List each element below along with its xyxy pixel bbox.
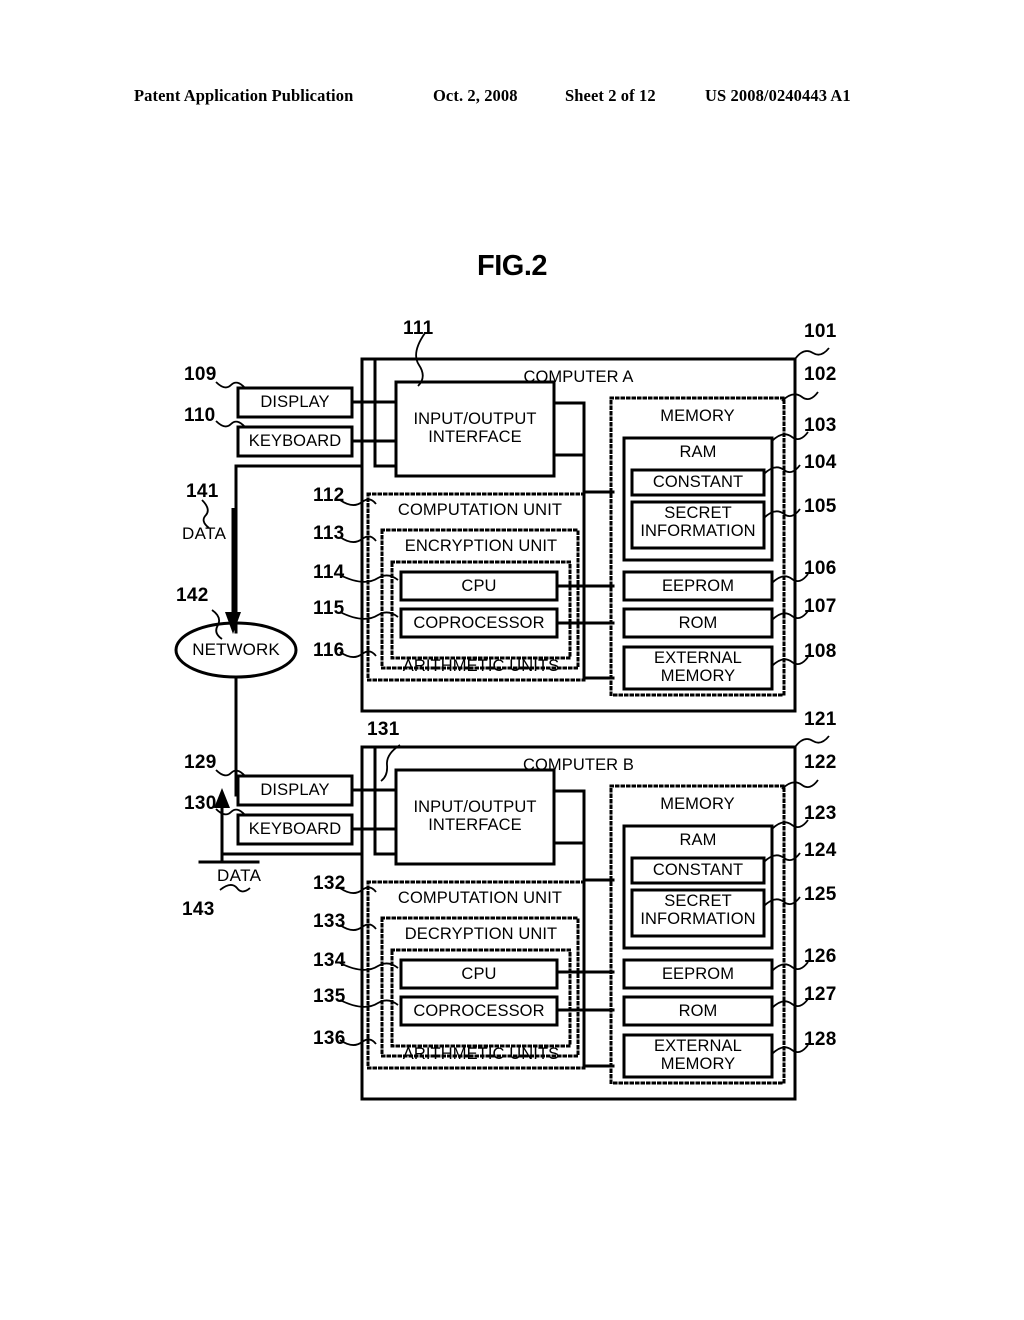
ref-143: 143 [182,899,215,920]
data-flow-down-label: DATA [182,524,227,543]
arithmetic-units-b-label: ARITHMETIC UNITS [402,1045,560,1063]
ref-109: 109 [184,364,217,385]
external-memory-a-label-line1: EXTERNAL [654,649,742,667]
external-memory-b-label-line1: EXTERNAL [654,1037,742,1055]
external-memory-a-label-line2: MEMORY [660,667,736,685]
ref-123: 123 [804,803,837,824]
computer-b-title: COMPUTER B [522,756,634,774]
leader-121 [794,735,830,748]
ref-116: 116 [313,640,345,661]
ref-122: 122 [804,752,837,773]
display-a-label: DISPLAY [260,393,330,411]
ref-106: 106 [804,558,837,579]
ref-128: 128 [804,1029,837,1050]
cpu-b-label: CPU [461,965,497,983]
keyboard-a-label: KEYBOARD [248,432,342,450]
leader-128 [771,1044,809,1055]
external-memory-b-label-line2: MEMORY [660,1055,736,1073]
ref-136: 136 [313,1028,346,1049]
io-interface-a-label-line2: INTERFACE [428,428,522,446]
ref-131: 131 [367,719,400,740]
secret-info-a-label-line2: INFORMATION [640,522,756,540]
leader-126 [771,961,809,972]
secret-info-a-label-line1: SECRET [664,504,732,522]
rom-a-label: ROM [678,614,718,632]
data-flow-up-label: DATA [217,866,262,885]
ref-114: 114 [313,562,345,583]
ref-121: 121 [804,709,837,730]
ref-129: 129 [184,752,217,773]
ref-134: 134 [313,950,346,971]
ref-101: 101 [804,321,837,342]
computation-unit-a-label: COMPUTATION UNIT [397,501,563,519]
keyboard-b-label: KEYBOARD [248,820,342,838]
coprocessor-b-label: COPROCESSOR [413,1002,545,1020]
io-interface-b-label-line1: INPUT/OUTPUT [413,798,537,816]
leader-112 [339,498,377,506]
ref-108: 108 [804,641,837,662]
constant-b-label: CONSTANT [652,861,744,879]
io-interface-b-label-line2: INTERFACE [428,816,522,834]
secret-info-b-label-line2: INFORMATION [640,910,756,928]
ram-b-label: RAM [679,831,717,849]
leader-123 [771,819,809,830]
secret-info-b-label-line1: SECRET [664,892,732,910]
ram-a-label: RAM [679,443,717,461]
cpu-a-label: CPU [461,577,497,595]
ref-105: 105 [804,496,837,517]
ref-133: 133 [313,911,346,932]
ref-142: 142 [176,585,209,606]
ref-112: 112 [313,485,345,506]
network-label: NETWORK [192,640,280,659]
leader-122 [781,779,819,790]
ref-111: 111 [403,318,434,339]
ref-125: 125 [804,884,837,905]
eeprom-a-label: EEPROM [661,577,735,595]
memory-a-label: MEMORY [660,407,735,425]
computer-a-title: COMPUTER A [523,368,634,386]
encryption-unit-a-label: ENCRYPTION UNIT [404,537,558,555]
ref-132: 132 [313,873,346,894]
decryption-unit-b-label: DECRYPTION UNIT [404,925,558,943]
display-b-label: DISPLAY [260,781,330,799]
eeprom-b-label: EEPROM [661,965,735,983]
ref-113: 113 [313,523,345,544]
ref-126: 126 [804,946,837,967]
leader-127 [771,998,809,1009]
ref-130: 130 [184,793,217,814]
ref-104: 104 [804,452,837,473]
ref-110: 110 [184,405,216,426]
ref-115: 115 [313,598,345,619]
leader-108 [771,656,809,667]
leader-103 [771,431,809,442]
constant-a-label: CONSTANT [652,473,744,491]
leader-106 [771,573,809,584]
arithmetic-units-a-label: ARITHMETIC UNITS [402,657,560,675]
ref-141: 141 [186,481,219,502]
ref-107: 107 [804,596,837,617]
ref-102: 102 [804,364,837,385]
leader-102 [781,391,819,402]
computation-unit-b-label: COMPUTATION UNIT [397,889,563,907]
leader-107 [771,610,809,621]
leader-116 [339,650,377,658]
ref-103: 103 [804,415,837,436]
io-interface-a-label-line1: INPUT/OUTPUT [413,410,537,428]
ref-124: 124 [804,840,837,861]
leader-113 [339,535,377,543]
coprocessor-a-label: COPROCESSOR [413,614,545,632]
leader-101 [794,347,830,360]
rom-b-label: ROM [678,1002,718,1020]
ref-127: 127 [804,984,837,1005]
ref-135: 135 [313,986,346,1007]
memory-b-label: MEMORY [660,795,735,813]
